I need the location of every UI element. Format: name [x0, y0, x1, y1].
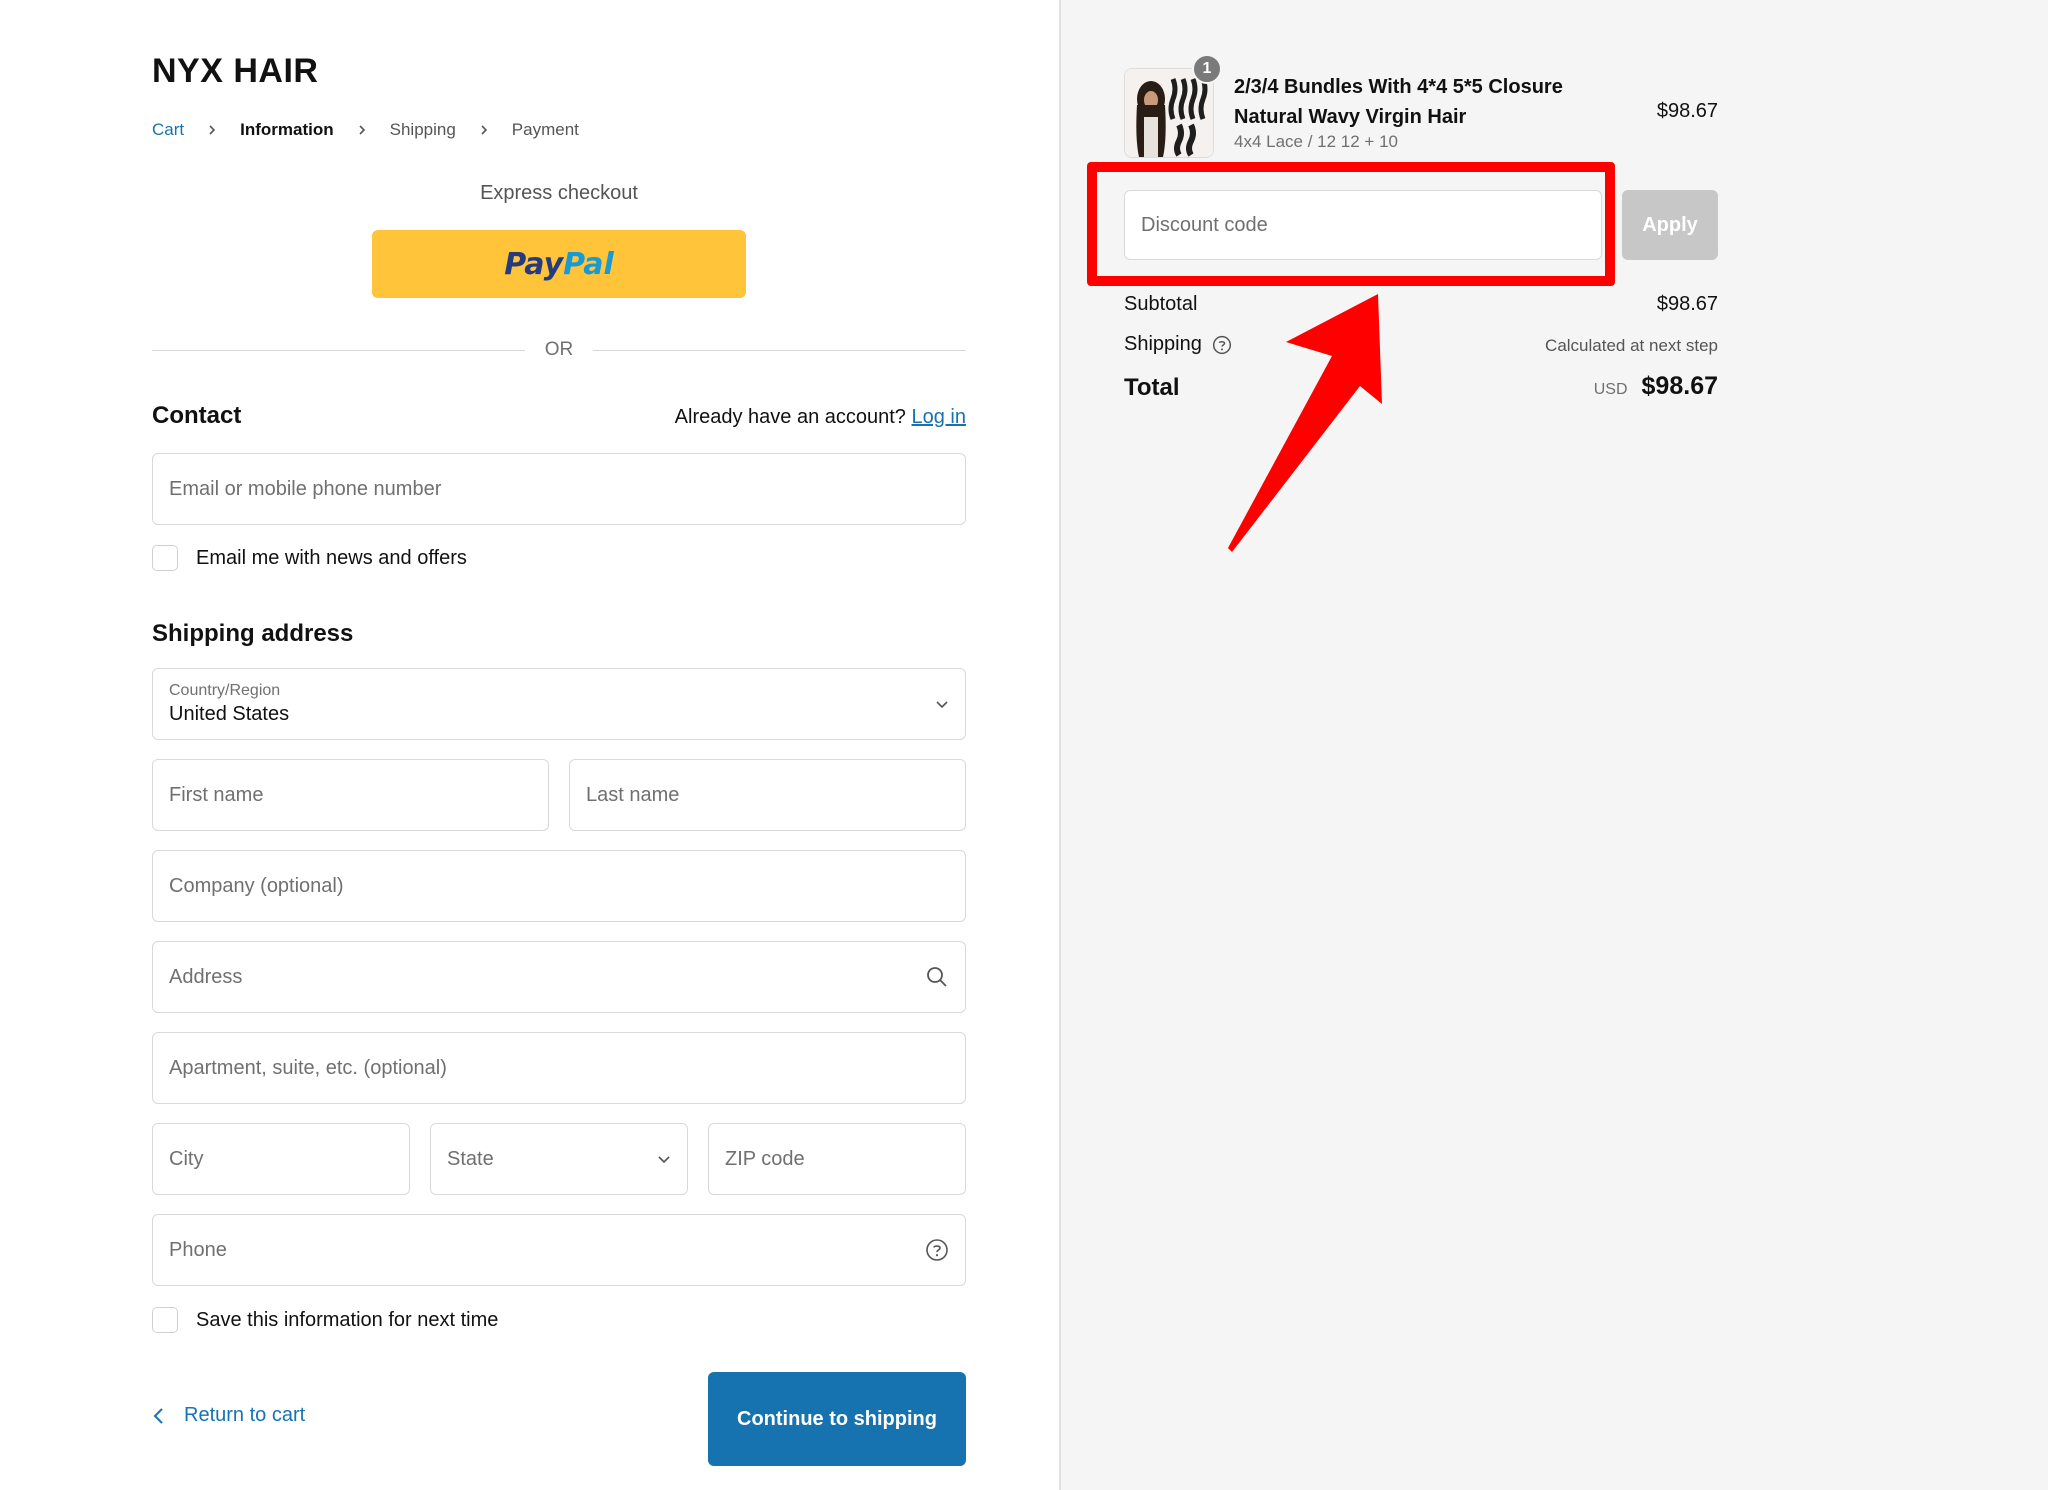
red-arrow-annotation — [1228, 294, 1382, 552]
discount-code-input[interactable]: Discount code — [1124, 190, 1602, 260]
apartment-field[interactable]: Apartment, suite, etc. (optional) — [152, 1032, 966, 1104]
first-name-placeholder: First name — [169, 783, 264, 806]
apartment-placeholder: Apartment, suite, etc. (optional) — [169, 1056, 447, 1079]
newsletter-label: Email me with news and offers — [196, 546, 467, 569]
express-checkout-label: Express checkout — [480, 182, 638, 204]
chevron-left-icon — [152, 1407, 166, 1425]
breadcrumb-shipping: Shipping — [389, 120, 456, 139]
shipping-label: Shipping — [1124, 333, 1202, 355]
save-info-label: Save this information for next time — [196, 1308, 499, 1331]
account-prompt: Already have an account? Log in — [675, 406, 966, 429]
quantity-badge: 1 — [1192, 54, 1222, 84]
subtotal-value: $98.67 — [1656, 293, 1718, 315]
chevron-right-icon — [474, 120, 494, 140]
chevron-right-icon — [202, 120, 222, 140]
breadcrumb-payment: Payment — [511, 120, 579, 139]
help-circle-icon[interactable] — [925, 1238, 949, 1262]
company-field[interactable]: Company (optional) — [152, 850, 966, 922]
chevron-down-icon — [935, 697, 949, 711]
search-icon[interactable] — [925, 965, 949, 989]
breadcrumb-information: Information — [240, 120, 334, 139]
phone-field[interactable]: Phone — [152, 1214, 966, 1286]
checkout-form-panel: NYX HAIR Cart Information Shipping Payme… — [0, 0, 1059, 1490]
zip-placeholder: ZIP code — [725, 1147, 805, 1170]
country-select[interactable]: Country/Region United States — [152, 668, 966, 740]
paypal-button[interactable]: Pay Pal — [372, 230, 746, 298]
contact-heading: Contact — [152, 402, 242, 429]
total-currency: USD — [1593, 381, 1628, 398]
save-info-checkbox[interactable] — [152, 1307, 178, 1333]
first-name-field[interactable]: First name — [152, 759, 549, 831]
newsletter-checkbox-row[interactable]: Email me with news and offers — [152, 545, 467, 571]
account-prompt-text: Already have an account? — [674, 406, 906, 428]
shipping-label-row: Shipping — [1124, 333, 1232, 356]
newsletter-checkbox[interactable] — [152, 545, 178, 571]
phone-placeholder: Phone — [169, 1238, 227, 1261]
chevron-right-icon — [352, 120, 372, 140]
address-field[interactable]: Address — [152, 941, 966, 1013]
chevron-down-icon — [657, 1152, 671, 1166]
product-variant: 4x4 Lace / 12 12 + 10 — [1234, 132, 1398, 151]
state-select[interactable]: State — [430, 1123, 688, 1195]
login-link[interactable]: Log in — [912, 406, 967, 428]
product-title: 2/3/4 Bundles With 4*4 5*5 Closure Natur… — [1234, 76, 1563, 128]
or-divider: OR — [152, 338, 966, 362]
email-field[interactable]: Email or mobile phone number — [152, 453, 966, 525]
shipping-address-heading: Shipping address — [152, 620, 354, 647]
subtotal-label: Subtotal — [1124, 293, 1198, 315]
return-to-cart-label: Return to cart — [184, 1404, 306, 1426]
save-info-checkbox-row[interactable]: Save this information for next time — [152, 1307, 498, 1333]
or-label: OR — [544, 339, 574, 360]
total-label: Total — [1124, 374, 1180, 401]
company-placeholder: Company (optional) — [169, 874, 344, 897]
zip-field[interactable]: ZIP code — [708, 1123, 966, 1195]
country-value: United States — [169, 703, 290, 725]
paypal-logo-part1: Pay — [504, 246, 564, 282]
state-placeholder: State — [447, 1147, 494, 1170]
country-label: Country/Region — [169, 682, 281, 699]
city-field[interactable]: City — [152, 1123, 410, 1195]
last-name-field[interactable]: Last name — [569, 759, 966, 831]
address-placeholder: Address — [169, 965, 243, 988]
breadcrumb-cart[interactable]: Cart — [152, 120, 184, 140]
store-logo[interactable]: NYX HAIR — [152, 52, 318, 91]
last-name-placeholder: Last name — [586, 783, 680, 806]
apply-button[interactable]: Apply — [1622, 190, 1718, 260]
paypal-logo-part2: Pal — [563, 246, 614, 282]
city-placeholder: City — [169, 1147, 204, 1170]
divider-line — [593, 349, 966, 351]
discount-code-placeholder: Discount code — [1141, 213, 1268, 236]
breadcrumb: Cart Information Shipping Payment — [152, 120, 579, 140]
total-value-group: USD $98.67 — [1594, 372, 1718, 401]
divider-line — [152, 349, 525, 351]
continue-to-shipping-button[interactable]: Continue to shipping — [708, 1372, 966, 1466]
total-value: $98.67 — [1641, 372, 1718, 400]
return-to-cart-link[interactable]: Return to cart — [152, 1404, 305, 1427]
email-placeholder: Email or mobile phone number — [169, 477, 442, 500]
product-price: $98.67 — [1656, 100, 1718, 122]
shipping-value: Calculated at next step — [1545, 336, 1718, 355]
